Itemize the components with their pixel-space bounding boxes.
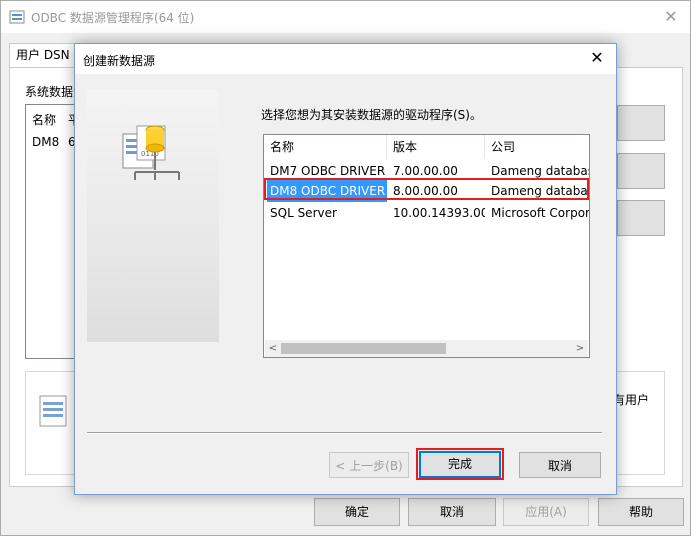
- dsn-list-item[interactable]: DM8: [32, 135, 59, 149]
- driver-row-dm7[interactable]: DM7 ODBC DRIVER 7.00.00.00 Dameng databa…: [264, 160, 589, 182]
- driver-name: DM7 ODBC DRIVER: [270, 164, 386, 178]
- ok-button[interactable]: 确定: [314, 498, 400, 526]
- outer-description-text: 有用户: [613, 393, 650, 407]
- odbc-app-icon: [9, 10, 25, 24]
- outer-add-button[interactable]: [617, 105, 665, 141]
- data-source-icon: [39, 395, 67, 427]
- dialog-title: 创建新数据源: [83, 54, 156, 68]
- driver-row-sql-server[interactable]: SQL Server 10.00.14393.00 Microsoft Corp…: [264, 202, 589, 224]
- horizontal-scrollbar[interactable]: < >: [265, 340, 588, 357]
- dialog-cancel-button[interactable]: 取消: [519, 452, 601, 478]
- outer-configure-button[interactable]: [617, 200, 665, 236]
- dialog-titlebar: 创建新数据源 ✕: [75, 44, 616, 74]
- finish-button[interactable]: 完成: [419, 451, 501, 478]
- driver-list[interactable]: 名称 版本 公司 DM7 ODBC DRIVER 7.00.00.00 Dame…: [263, 134, 590, 358]
- wizard-graphic-panel: 0110: [87, 90, 219, 342]
- driver-company: Microsoft Corporation: [491, 206, 589, 220]
- apply-button[interactable]: 应用(A): [503, 498, 589, 526]
- driver-name: DM8 ODBC DRIVER: [267, 180, 387, 202]
- outer-close-icon[interactable]: ✕: [661, 7, 681, 26]
- column-header-version[interactable]: 版本: [387, 135, 485, 159]
- driver-name: SQL Server: [270, 206, 337, 220]
- driver-version: 8.00.00.00: [393, 184, 458, 198]
- outer-remove-button[interactable]: [617, 153, 665, 189]
- outer-cancel-button[interactable]: 取消: [408, 498, 496, 526]
- dialog-separator: [87, 432, 602, 434]
- column-header-name[interactable]: 名称: [264, 135, 387, 159]
- tab-user-dsn[interactable]: 用户 DSN: [9, 43, 81, 67]
- dsn-list-header[interactable]: 名称: [32, 111, 56, 128]
- driver-version: 10.00.14393.00: [393, 206, 485, 220]
- driver-row-dm8-selected[interactable]: DM8 ODBC DRIVER 8.00.00.00 Dameng databa…: [264, 180, 589, 202]
- scroll-right-icon[interactable]: >: [572, 340, 588, 357]
- column-header-company[interactable]: 公司: [485, 135, 589, 159]
- database-driver-icon: 0110: [122, 125, 180, 180]
- driver-company: Dameng database: [491, 164, 589, 178]
- driver-select-prompt: 选择您想为其安装数据源的驱动程序(S)。: [261, 108, 482, 122]
- driver-version: 7.00.00.00: [393, 164, 458, 178]
- dialog-close-icon[interactable]: ✕: [587, 48, 607, 67]
- help-button[interactable]: 帮助: [598, 498, 684, 526]
- back-button[interactable]: < 上一步(B): [329, 452, 409, 478]
- outer-titlebar: ODBC 数据源管理程序(64 位) ✕: [1, 1, 690, 33]
- create-new-data-source-dialog: 创建新数据源 ✕ 0110 选择您想为其安装数据源的驱动程序(S)。 名称 版本…: [74, 43, 617, 495]
- scroll-left-icon[interactable]: <: [265, 340, 281, 357]
- driver-company: Dameng database: [491, 184, 589, 198]
- scroll-thumb[interactable]: [281, 343, 446, 354]
- outer-window-title: ODBC 数据源管理程序(64 位): [31, 11, 195, 25]
